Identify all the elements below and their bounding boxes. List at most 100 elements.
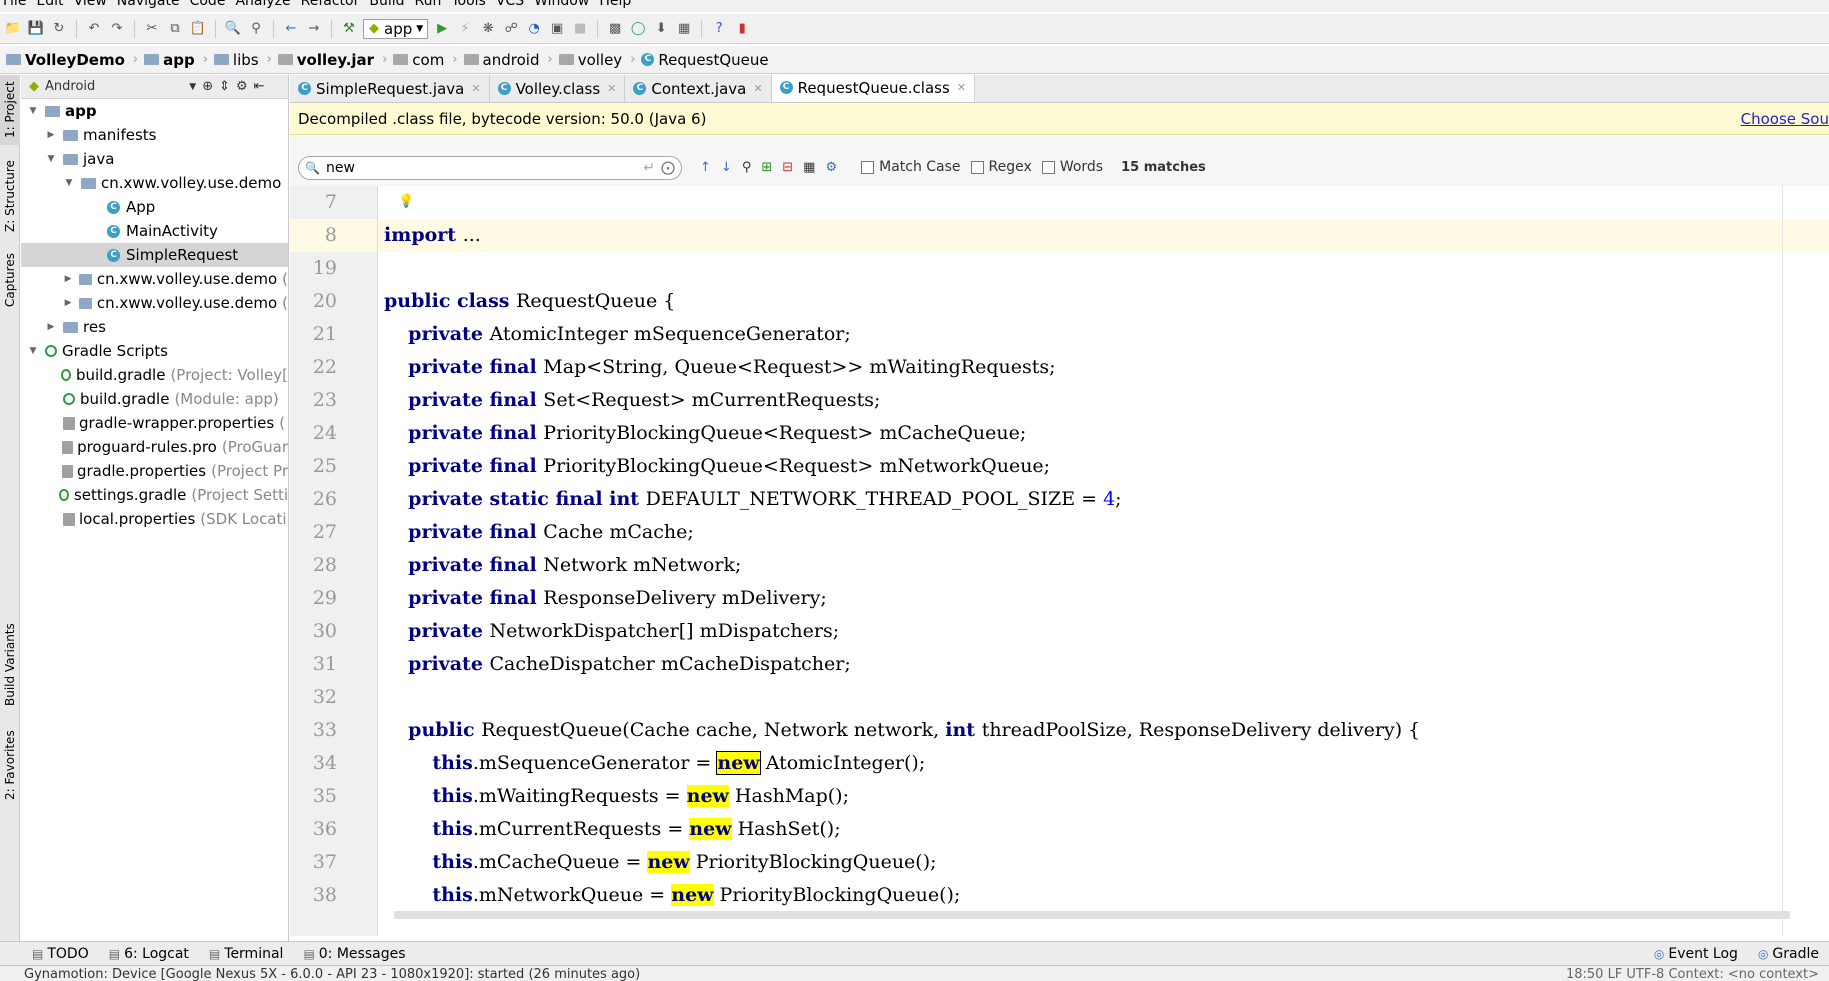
open-folder-icon[interactable]: 📁: [4, 20, 22, 38]
tree-item[interactable]: ▼ Gradle Scripts: [21, 339, 288, 363]
next-match-icon[interactable]: ↓: [721, 160, 732, 175]
code-line[interactable]: public class RequestQueue {: [378, 285, 1829, 318]
tab-structure[interactable]: Z: Structure: [0, 153, 20, 239]
gear-icon[interactable]: ⚙: [236, 79, 248, 94]
avd-manager-icon[interactable]: ▩: [606, 20, 624, 38]
back-icon[interactable]: ←: [282, 20, 300, 38]
tree-item[interactable]: C SimpleRequest: [21, 243, 288, 267]
editor-tab[interactable]: C SimpleRequest.java ✕: [290, 75, 490, 102]
tip-icon[interactable]: ▮: [733, 20, 751, 38]
tree-item[interactable]: proguard-rules.pro (ProGuar: [21, 435, 288, 459]
tree-item[interactable]: ▶ cn.xww.volley.use.demo(: [21, 267, 288, 291]
bottom-tool-messages[interactable]: ▤ 0: Messages: [293, 942, 415, 965]
code-line[interactable]: private static final int DEFAULT_NETWORK…: [378, 483, 1829, 516]
code-line[interactable]: private final PriorityBlockingQueue<Requ…: [378, 417, 1829, 450]
code-line[interactable]: private NetworkDispatcher[] mDispatchers…: [378, 615, 1829, 648]
cut-icon[interactable]: ✂: [143, 20, 161, 38]
chevron-down-icon[interactable]: ▼: [189, 82, 196, 92]
collapsed-arrow-icon[interactable]: ▶: [63, 298, 73, 308]
expanded-arrow-icon[interactable]: ▼: [27, 346, 39, 356]
tree-item[interactable]: ▼ cn.xww.volley.use.demo: [21, 171, 288, 195]
run-configuration-select[interactable]: ◆ app ▼: [363, 18, 429, 39]
code-line[interactable]: import ...: [378, 219, 1829, 252]
tree-item[interactable]: C MainActivity: [21, 219, 288, 243]
close-icon[interactable]: ✕: [753, 82, 762, 95]
collapse-all-icon[interactable]: ⇕: [219, 79, 230, 94]
debug-icon[interactable]: ❋: [479, 20, 497, 38]
device-monitor-icon[interactable]: ▦: [675, 20, 693, 38]
clear-search-icon[interactable]: ⨀: [661, 160, 675, 176]
find-icon[interactable]: 🔍: [224, 20, 242, 38]
breadcrumb-item[interactable]: libs ›: [213, 51, 278, 69]
code-line[interactable]: private final Cache mCache;: [378, 516, 1829, 549]
add-occurrence-icon[interactable]: ⊞: [761, 160, 772, 175]
project-view-mode[interactable]: Android: [45, 79, 95, 94]
attach-debugger-icon[interactable]: ☍: [502, 20, 520, 38]
tree-item[interactable]: ▶ manifests: [21, 123, 288, 147]
run-icon[interactable]: ▶: [433, 20, 451, 38]
close-icon[interactable]: ✕: [607, 82, 616, 95]
breadcrumb-item[interactable]: volley.jar ›: [277, 51, 394, 69]
tab-captures[interactable]: Captures: [0, 245, 20, 315]
make-project-icon[interactable]: ⚒: [340, 20, 358, 38]
horizontal-scrollbar[interactable]: [394, 911, 1790, 919]
forward-icon[interactable]: →: [305, 20, 323, 38]
tree-item[interactable]: gradle-wrapper.properties(: [21, 411, 288, 435]
code-line[interactable]: this.mCacheQueue = new PriorityBlockingQ…: [378, 846, 1829, 879]
words-checkbox[interactable]: Words: [1041, 159, 1103, 175]
code-line[interactable]: [378, 252, 1829, 285]
bottom-tool-todo[interactable]: ▤ TODO: [22, 942, 99, 965]
code-line[interactable]: private CacheDispatcher mCacheDispatcher…: [378, 648, 1829, 681]
tree-item[interactable]: gradle.properties (Project Pr: [21, 459, 288, 483]
menu-vcs[interactable]: VCS: [496, 0, 524, 8]
breadcrumb-item[interactable]: VolleyDemo ›: [6, 51, 144, 69]
close-icon[interactable]: ✕: [471, 82, 480, 95]
menu-help[interactable]: Help: [599, 0, 631, 8]
code-line[interactable]: private AtomicInteger mSequenceGenerator…: [378, 318, 1829, 351]
tree-item[interactable]: build.gradle (Project: Volley[: [21, 363, 288, 387]
code-line[interactable]: private final Set<Request> mCurrentReque…: [378, 384, 1829, 417]
collapsed-arrow-icon[interactable]: ▶: [45, 322, 57, 332]
help-icon[interactable]: ?: [710, 20, 728, 38]
stop-icon[interactable]: ■: [571, 20, 589, 38]
remove-occurrence-icon[interactable]: ⊟: [782, 160, 793, 175]
collapsed-arrow-icon[interactable]: ▶: [63, 274, 73, 284]
tree-item[interactable]: ▼ java: [21, 147, 288, 171]
menu-refactor[interactable]: Refactor: [301, 0, 360, 8]
code-line[interactable]: private final Network mNetwork;: [378, 549, 1829, 582]
expanded-arrow-icon[interactable]: ▼: [63, 178, 75, 188]
scroll-from-source-icon[interactable]: ⊕: [202, 79, 213, 94]
collapsed-arrow-icon[interactable]: ▶: [45, 130, 57, 140]
menu-run[interactable]: Run: [415, 0, 442, 8]
menu-view[interactable]: View: [74, 0, 107, 8]
bottom-tool-logcat[interactable]: ▤ 6: Logcat: [99, 942, 199, 965]
bottom-tool-terminal[interactable]: ▤ Terminal: [199, 942, 294, 965]
tab-favorites[interactable]: 2: Favorites: [0, 720, 20, 810]
close-icon[interactable]: ✕: [957, 81, 966, 94]
editor-tab[interactable]: C Context.java ✕: [625, 75, 772, 102]
breadcrumb-item[interactable]: C RequestQueue: [641, 51, 774, 69]
bottom-tool-gradle[interactable]: ◎ Gradle: [1748, 942, 1829, 965]
save-icon[interactable]: 💾: [27, 20, 45, 38]
code-line[interactable]: [378, 681, 1829, 714]
hide-panel-icon[interactable]: ⇤: [254, 79, 265, 94]
breadcrumb-item[interactable]: app ›: [144, 51, 214, 69]
bottom-tool-event-log[interactable]: ◎ Event Log: [1644, 942, 1748, 965]
filter-icon[interactable]: ⚙: [825, 160, 837, 175]
code-line[interactable]: [378, 186, 1829, 219]
tab-build-variants[interactable]: Build Variants: [0, 615, 20, 715]
breadcrumb-item[interactable]: android ›: [463, 51, 559, 69]
sync-icon[interactable]: ↻: [50, 20, 68, 38]
menu-file[interactable]: File: [3, 0, 26, 8]
previous-match-icon[interactable]: ↑: [700, 160, 711, 175]
code-line[interactable]: private final PriorityBlockingQueue<Requ…: [378, 450, 1829, 483]
tree-item[interactable]: ▶ res: [21, 315, 288, 339]
tree-item[interactable]: build.gradle (Module: app): [21, 387, 288, 411]
editor-tab[interactable]: C RequestQueue.class ✕: [771, 75, 976, 102]
select-all-occurrences-icon[interactable]: ▦: [803, 160, 815, 175]
code-view[interactable]: import ... public class RequestQueue { pr…: [378, 186, 1829, 936]
code-line[interactable]: private final Map<String, Queue<Request>…: [378, 351, 1829, 384]
menu-analyze[interactable]: Analyze: [235, 0, 290, 8]
menu-window[interactable]: Window: [534, 0, 589, 8]
code-line[interactable]: this.mNetworkQueue = new PriorityBlockin…: [378, 879, 1829, 912]
